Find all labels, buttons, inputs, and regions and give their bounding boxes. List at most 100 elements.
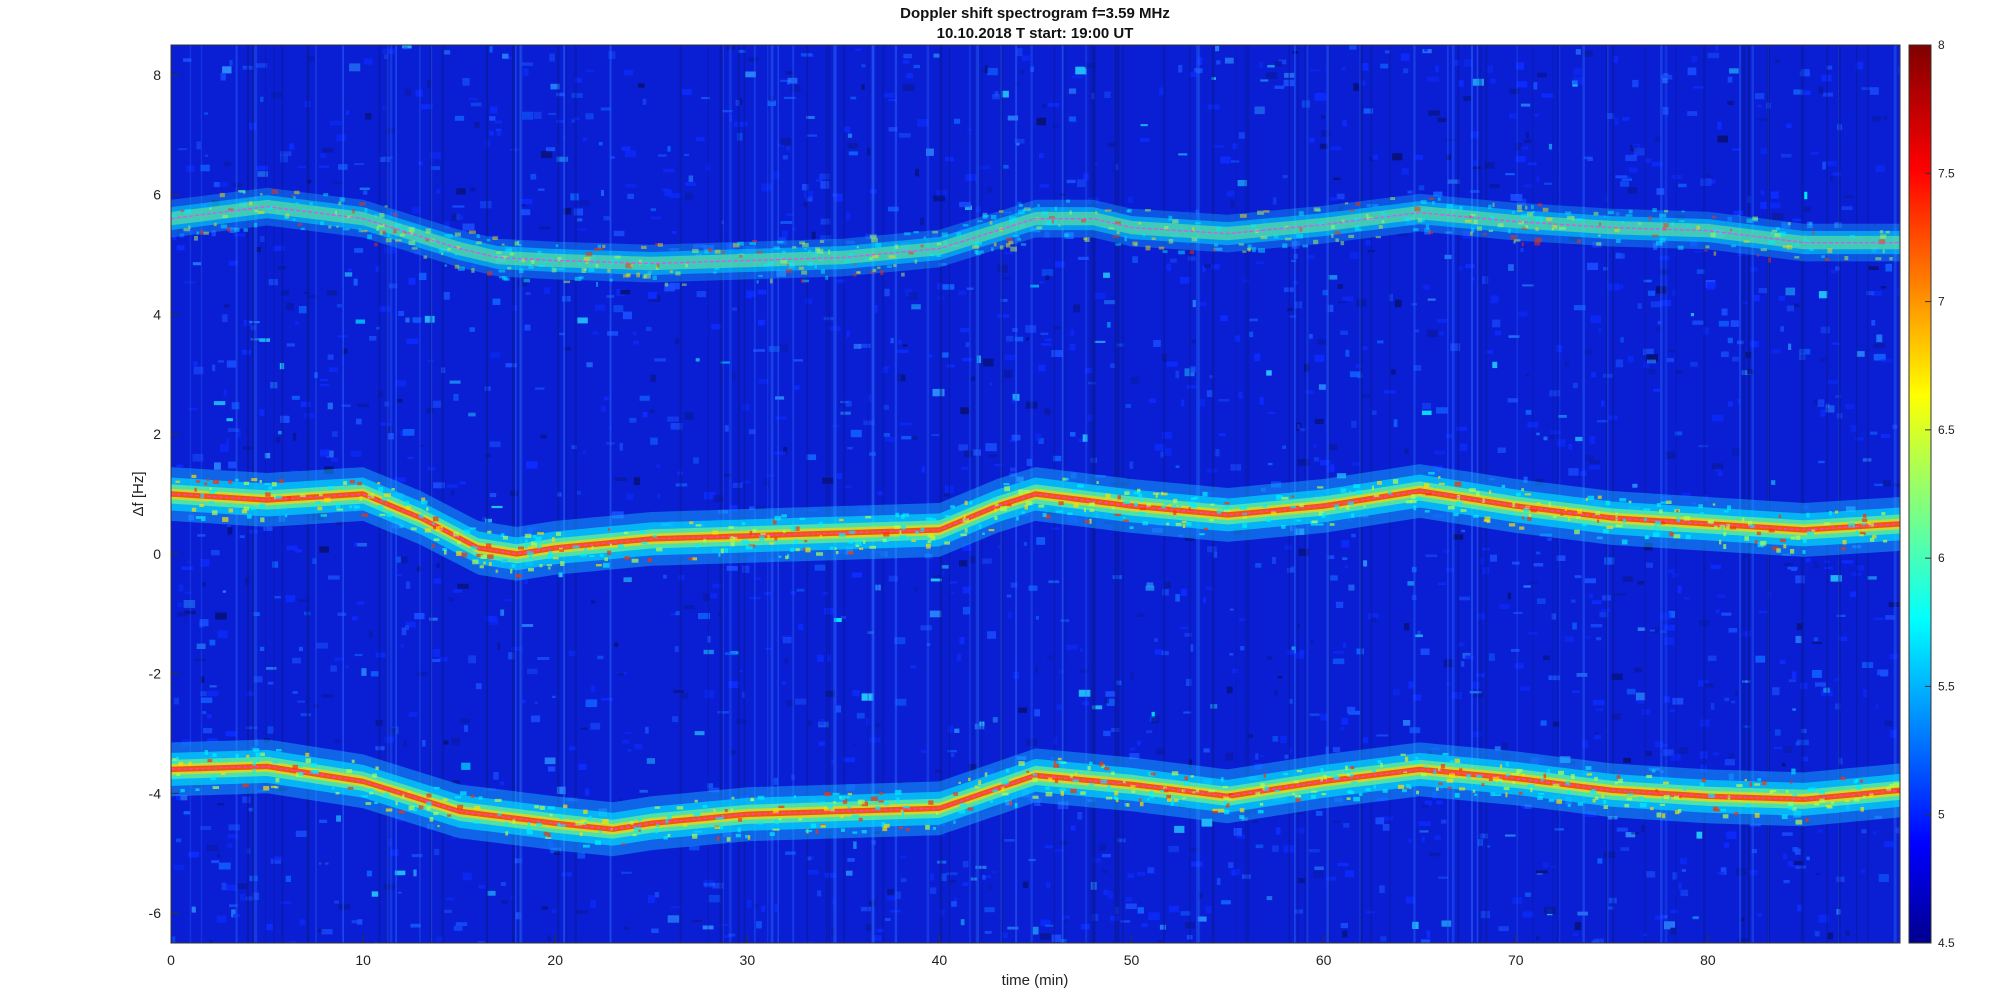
heat-cell (1445, 434, 1452, 439)
band-speckle (1819, 798, 1825, 803)
band-speckle (1603, 799, 1607, 804)
band-speckle (1856, 778, 1859, 782)
heat-cell (1520, 103, 1531, 107)
band-speckle (1528, 513, 1532, 518)
band-speckle (795, 548, 800, 552)
band-speckle (790, 547, 795, 552)
band-speckle (835, 551, 839, 555)
band-speckle (377, 487, 383, 493)
colorbar-gradient (1908, 44, 1932, 944)
heat-cell (1438, 876, 1449, 879)
band-speckle (1108, 227, 1114, 230)
heat-cell (1078, 689, 1091, 697)
band-speckle (178, 761, 184, 767)
band-speckle (1331, 234, 1334, 238)
band-speckle (1521, 488, 1524, 492)
heat-cell (259, 646, 265, 651)
band-speckle (492, 236, 498, 240)
band-speckle (379, 230, 383, 235)
heat-cell (1225, 752, 1234, 761)
heat-cell (747, 900, 752, 908)
heat-cell (1572, 622, 1577, 630)
band-speckle (773, 246, 780, 250)
band-speckle (421, 805, 424, 810)
band-speckle (243, 506, 250, 511)
band-speckle (1498, 781, 1502, 785)
band-speckle (1449, 760, 1454, 763)
heat-cell (672, 231, 677, 234)
heat-cell (454, 115, 465, 121)
band-speckle (1842, 539, 1847, 545)
heat-cell (1564, 361, 1569, 367)
heat-cell (884, 918, 891, 921)
heat-cell (1794, 848, 1801, 855)
band-speckle (703, 538, 707, 543)
heat-cell (1633, 147, 1645, 156)
heat-cell (965, 174, 977, 181)
band-speckle (496, 251, 502, 254)
band-speckle (447, 247, 451, 251)
heat-cell (1421, 836, 1425, 842)
band-speckle (199, 504, 204, 507)
band-speckle (315, 501, 321, 504)
heat-cell (1564, 636, 1574, 642)
band-speckle (1107, 784, 1111, 789)
heat-cell (1617, 284, 1624, 289)
band-speckle (713, 271, 717, 274)
band-speckle (1173, 510, 1177, 515)
x-tick-label: 40 (932, 952, 948, 968)
band-speckle (1275, 494, 1283, 500)
band-speckle (968, 777, 971, 781)
heat-cell (782, 155, 788, 160)
heat-cell (213, 401, 226, 406)
heat-cell (1678, 747, 1689, 755)
heat-cell (225, 731, 237, 737)
band-speckle (1058, 501, 1064, 506)
heat-cell (773, 777, 778, 786)
heat-cell (814, 564, 826, 571)
band-speckle (1460, 509, 1467, 512)
band-speckle (1263, 773, 1266, 778)
band-speckle (750, 797, 754, 801)
heat-cell (1103, 697, 1109, 704)
heat-cell (1492, 361, 1498, 369)
heat-cell (600, 405, 606, 413)
heat-cell (603, 396, 609, 401)
heat-cell (1598, 328, 1602, 333)
band-speckle (209, 501, 214, 504)
heat-cell (983, 358, 994, 367)
band-speckle (859, 547, 864, 550)
heat-cell (673, 690, 684, 693)
band-speckle (1045, 786, 1050, 791)
heat-cell (1711, 414, 1724, 422)
heat-cell (408, 277, 416, 285)
heat-cell (1827, 380, 1839, 384)
band-speckle (969, 501, 973, 505)
band-speckle (1532, 210, 1535, 213)
band-speckle (460, 791, 467, 796)
band-speckle (1059, 788, 1066, 792)
band-speckle (1626, 793, 1634, 796)
heat-cell (222, 66, 232, 74)
heat-cell (537, 657, 550, 660)
band-speckle (1560, 513, 1564, 516)
band-speckle (1204, 527, 1208, 531)
heat-cell (497, 642, 501, 650)
heat-cell (617, 672, 624, 676)
band-speckle (394, 223, 402, 228)
heat-cell (1042, 103, 1046, 109)
heat-cell (819, 719, 825, 726)
heat-cell (847, 858, 855, 862)
heat-cell (295, 830, 308, 837)
heat-cell (1645, 562, 1653, 568)
colorbar-tick-label: 6.5 (1938, 423, 1955, 437)
band-speckle (1425, 224, 1430, 230)
band-speckle (1414, 497, 1422, 501)
heat-cell (1492, 319, 1501, 328)
band-speckle (1729, 526, 1737, 530)
band-speckle (1744, 779, 1747, 782)
heat-cell (1393, 419, 1398, 428)
band-speckle (1222, 785, 1229, 789)
heat-cell (1026, 337, 1030, 341)
heat-cell (1332, 658, 1345, 665)
